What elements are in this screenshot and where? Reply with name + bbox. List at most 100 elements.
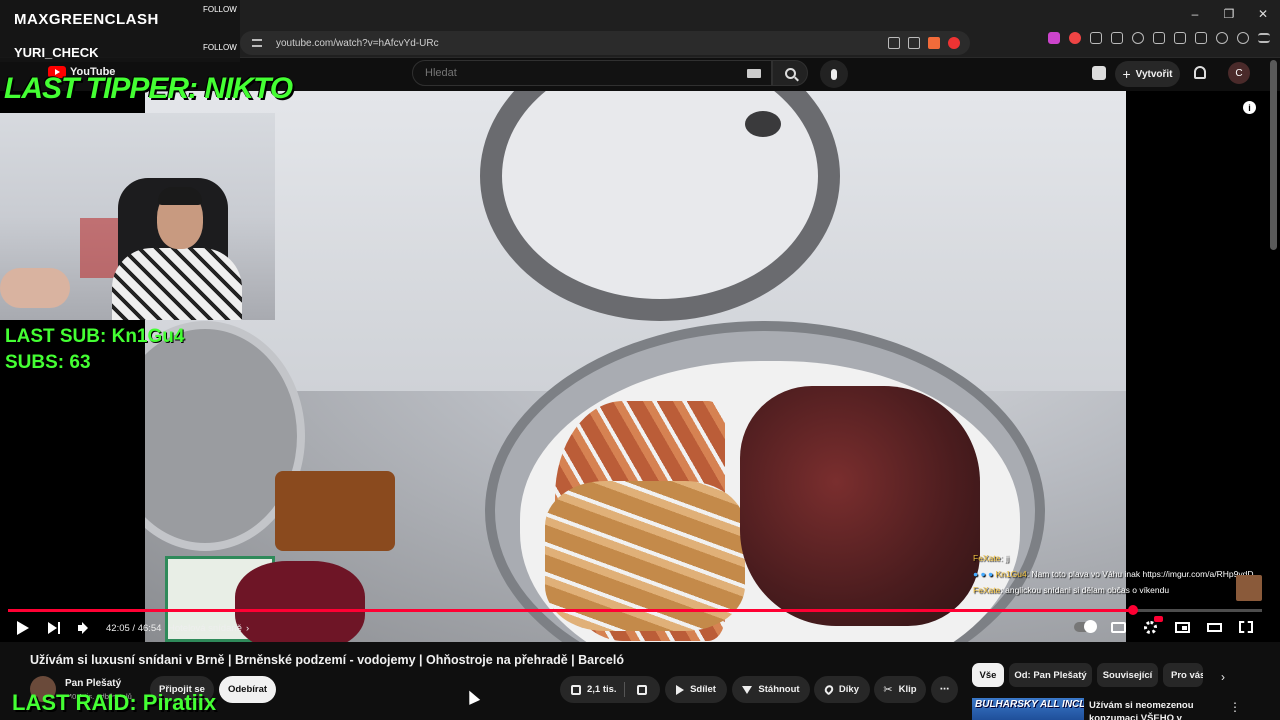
- miniplayer-icon: [1174, 621, 1190, 633]
- create-button[interactable]: + Vytvořit: [1115, 61, 1180, 87]
- volume-button[interactable]: [78, 619, 88, 637]
- page-scrollbar[interactable]: [1270, 60, 1277, 250]
- play-button[interactable]: [17, 619, 31, 637]
- download-icon[interactable]: [1195, 32, 1207, 44]
- fullscreen-button[interactable]: [1237, 619, 1255, 635]
- share-page-icon[interactable]: [908, 37, 920, 49]
- puzzle-icon[interactable]: [1090, 32, 1102, 44]
- play-icon: [17, 621, 29, 635]
- heart-icon: [822, 683, 835, 696]
- wallet-icon[interactable]: [1174, 32, 1186, 44]
- more-actions-button[interactable]: ⋯: [931, 676, 958, 703]
- chat-overlay: FeXate: jj ● ● ● Kn1Gu4: Nam toto plava …: [973, 553, 1273, 601]
- video-title: Užívám si luxusní snídani v Brně | Brněn…: [30, 653, 624, 667]
- info-icon[interactable]: i: [1243, 101, 1256, 114]
- account-avatar[interactable]: C: [1228, 62, 1250, 84]
- extension-icon[interactable]: [1048, 32, 1060, 44]
- cast-icon[interactable]: [888, 37, 900, 49]
- chat-text: : jj: [1000, 553, 1009, 563]
- subscribe-button[interactable]: Odebírat: [219, 676, 276, 703]
- channel-name[interactable]: Pan Plešatý: [65, 678, 121, 689]
- badge-icon: ● ● ●: [973, 569, 996, 579]
- chip-all[interactable]: Vše: [972, 663, 1004, 687]
- chip-from-channel[interactable]: Od: Pan Plešatý: [1009, 663, 1092, 687]
- hd-badge-icon: [1154, 616, 1163, 622]
- vpn-icon[interactable]: [1237, 32, 1249, 44]
- last-tipper-overlay: LAST TIPPER: NIKTO: [4, 72, 293, 105]
- autoplay-toggle-icon: [1074, 620, 1097, 633]
- clip-button[interactable]: ✂ Klip: [874, 676, 926, 703]
- search-button[interactable]: [772, 60, 808, 86]
- search-input[interactable]: [413, 61, 733, 85]
- scrubber-handle[interactable]: [1127, 605, 1138, 615]
- recommended-menu-icon[interactable]: ⋮: [1229, 700, 1241, 714]
- chevron-right-icon: ›: [245, 622, 250, 634]
- chat-message: ● ● ● Kn1Gu4: Nam toto plava vo Váhu ina…: [973, 569, 1273, 585]
- minimize-button[interactable]: –: [1178, 0, 1212, 28]
- url-text[interactable]: youtube.com/watch?v=hAfcvYd-URc: [276, 38, 439, 49]
- thumbs-down-icon[interactable]: [636, 684, 647, 695]
- brave-shield-icon[interactable]: [928, 37, 940, 49]
- keyboard-icon[interactable]: [747, 69, 761, 78]
- recommended-title[interactable]: Užívám si neomezenou konzumaci VŠEHO v: [1089, 699, 1224, 720]
- leo-ai-icon[interactable]: [1216, 32, 1228, 44]
- last-raid-overlay: LAST RAID: Piratiix: [12, 690, 217, 715]
- follow-label: FOLLOW: [203, 43, 237, 52]
- sidebar-icon[interactable]: [1153, 32, 1165, 44]
- notifications-bell-icon[interactable]: [1194, 66, 1206, 79]
- webcam-streamer-hair: [158, 187, 202, 205]
- voice-search-button[interactable]: [820, 60, 848, 88]
- maximize-button[interactable]: ❐: [1212, 0, 1246, 28]
- share-icon: [676, 684, 685, 695]
- site-settings-icon[interactable]: [252, 39, 262, 47]
- subtitles-button[interactable]: [1109, 619, 1127, 635]
- chat-username: Kn1Gu4: [995, 569, 1027, 579]
- chat-message: FeXate: jj: [973, 553, 1273, 569]
- thumbs-up-icon: [571, 684, 581, 695]
- share-button[interactable]: Sdílet: [665, 676, 727, 703]
- screen: – ❐ ✕ youtube.com/watch?v=hAfcvYd-URc Yo…: [0, 0, 1280, 720]
- close-button[interactable]: ✕: [1246, 0, 1280, 28]
- brave-rewards-icon[interactable]: [948, 37, 960, 49]
- chips-next-button[interactable]: ›: [1213, 667, 1233, 687]
- like-button[interactable]: 2,1 tis.: [560, 676, 660, 703]
- follow-label: FOLLOW: [203, 5, 237, 14]
- chat-username: FeXate: [973, 585, 1001, 595]
- download-button[interactable]: Stáhnout: [732, 676, 810, 703]
- chat-avatar-icon: [1236, 575, 1262, 601]
- webcam-arm: [0, 268, 70, 308]
- next-button[interactable]: [48, 619, 60, 637]
- gear-icon: [1143, 620, 1157, 634]
- premium-icon[interactable]: [1092, 66, 1106, 80]
- address-bar[interactable]: youtube.com/watch?v=hAfcvYd-URc: [240, 31, 970, 55]
- miniplayer-button[interactable]: [1173, 619, 1191, 635]
- chip-related[interactable]: Související: [1097, 663, 1158, 687]
- fullscreen-icon: [1239, 621, 1253, 633]
- webcam-streamer-shirt: [112, 248, 242, 320]
- theater-mode-button[interactable]: [1205, 619, 1223, 635]
- mouse-cursor-icon: [463, 688, 481, 705]
- chat-text: : anglickou snídani si dělam občas o vík…: [1000, 585, 1170, 595]
- video-bacon: [740, 386, 980, 626]
- microphone-icon: [831, 68, 837, 80]
- chip-for-you[interactable]: Pro vás: [1163, 663, 1203, 687]
- follower-overlay: MAXGREENCLASH FOLLOW YURI_CHECK FOLLOW: [0, 0, 240, 62]
- video-lid-knob: [745, 111, 781, 137]
- create-label: Vytvořit: [1135, 68, 1173, 80]
- recommended-thumbnail[interactable]: BULHARSKY ALL INCLUSIVE: [972, 698, 1084, 720]
- next-icon: [48, 622, 57, 634]
- menu-icon[interactable]: [1258, 33, 1270, 43]
- extension-icon[interactable]: [1069, 32, 1081, 44]
- scissors-icon: ✂: [883, 684, 893, 696]
- chapter-button[interactable]: Hotelová snídaně ›: [168, 619, 249, 637]
- thanks-button[interactable]: Díky: [814, 676, 870, 703]
- time-display: 42:05 / 46:54: [106, 622, 162, 634]
- url-actions: [888, 31, 970, 55]
- window-controls: – ❐ ✕: [1178, 0, 1280, 28]
- extension-icon[interactable]: [1111, 32, 1123, 44]
- progress-bar[interactable]: [8, 605, 1262, 615]
- autoplay-toggle[interactable]: [1072, 619, 1098, 635]
- extensions-bar: [1048, 32, 1270, 44]
- search-box[interactable]: [412, 60, 772, 86]
- music-icon[interactable]: [1132, 32, 1144, 44]
